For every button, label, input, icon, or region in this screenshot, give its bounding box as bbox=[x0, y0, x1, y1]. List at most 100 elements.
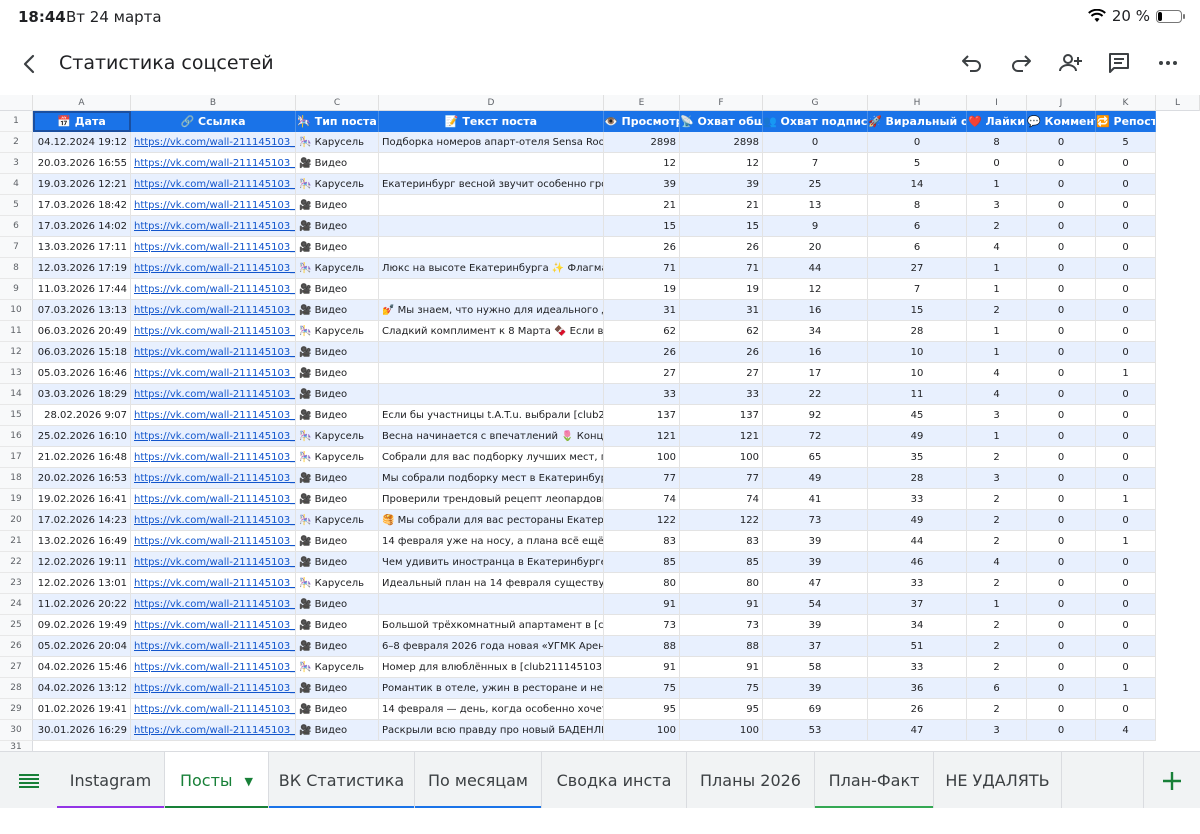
row-number[interactable]: 21 bbox=[0, 531, 33, 552]
cell-views[interactable]: 2898 bbox=[604, 132, 680, 153]
row-number[interactable]: 7 bbox=[0, 237, 33, 258]
spreadsheet-grid[interactable]: ABCDEFGHIJKL 1 📅 Дата 🔗 Ссылка 🎠 Тип поста… bbox=[0, 95, 1200, 751]
cell-type[interactable]: 🎥 Видео bbox=[296, 636, 379, 657]
row-number[interactable]: 17 bbox=[0, 447, 33, 468]
column-letter-h[interactable]: H bbox=[868, 95, 967, 111]
cell-reposts[interactable]: 0 bbox=[1096, 447, 1156, 468]
cell-likes[interactable]: 4 bbox=[967, 237, 1027, 258]
cell-type[interactable]: 🎥 Видео bbox=[296, 615, 379, 636]
cell-type[interactable]: 🎥 Видео bbox=[296, 216, 379, 237]
cell-comments[interactable]: 0 bbox=[1027, 615, 1096, 636]
cell-text[interactable]: 14 февраля — день, когда особенно хочетс… bbox=[379, 699, 604, 720]
column-letter-j[interactable]: J bbox=[1027, 95, 1096, 111]
undo-button[interactable] bbox=[958, 48, 986, 78]
cell-reposts[interactable]: 0 bbox=[1096, 279, 1156, 300]
cell-likes[interactable]: 2 bbox=[967, 531, 1027, 552]
cell-comments[interactable]: 0 bbox=[1027, 636, 1096, 657]
row-number[interactable]: 16 bbox=[0, 426, 33, 447]
cell-reach[interactable]: 137 bbox=[680, 405, 763, 426]
cell-type[interactable]: 🎥 Видео bbox=[296, 405, 379, 426]
cell-reposts[interactable]: 0 bbox=[1096, 342, 1156, 363]
cell-viral[interactable]: 45 bbox=[868, 405, 967, 426]
cell-type[interactable]: 🎥 Видео bbox=[296, 153, 379, 174]
row-number[interactable]: 15 bbox=[0, 405, 33, 426]
header-cell[interactable]: 🔗 Ссылка bbox=[131, 111, 296, 132]
cell-viral[interactable]: 28 bbox=[868, 321, 967, 342]
row-number[interactable]: 25 bbox=[0, 615, 33, 636]
cell-views[interactable]: 88 bbox=[604, 636, 680, 657]
cell-reposts[interactable]: 0 bbox=[1096, 216, 1156, 237]
cell-comments[interactable]: 0 bbox=[1027, 447, 1096, 468]
cell-viral[interactable]: 7 bbox=[868, 279, 967, 300]
cell-date[interactable]: 04.12.2024 19:12 bbox=[33, 132, 131, 153]
cell-viral[interactable]: 49 bbox=[868, 510, 967, 531]
cell-type[interactable]: 🎥 Видео bbox=[296, 720, 379, 741]
row-number[interactable]: 8 bbox=[0, 258, 33, 279]
cell-date[interactable]: 12.02.2026 19:11 bbox=[33, 552, 131, 573]
cell-subs[interactable]: 16 bbox=[763, 342, 868, 363]
cell-date[interactable]: 13.03.2026 17:11 bbox=[33, 237, 131, 258]
row-number[interactable]: 26 bbox=[0, 636, 33, 657]
cell-link[interactable]: https://vk.com/wall-211145103_358 bbox=[131, 321, 296, 342]
row-number[interactable]: 24 bbox=[0, 594, 33, 615]
cell-date[interactable]: 20.02.2026 16:53 bbox=[33, 468, 131, 489]
row-number[interactable]: 4 bbox=[0, 174, 33, 195]
cell-likes[interactable]: 1 bbox=[967, 279, 1027, 300]
cell-comments[interactable]: 0 bbox=[1027, 552, 1096, 573]
cell-likes[interactable]: 1 bbox=[967, 258, 1027, 279]
row-number[interactable]: 31 bbox=[0, 741, 33, 751]
cell-viral[interactable]: 5 bbox=[868, 153, 967, 174]
header-cell[interactable]: 📝 Текст поста bbox=[379, 111, 604, 132]
row-number[interactable]: 11 bbox=[0, 321, 33, 342]
redo-button[interactable] bbox=[1007, 48, 1035, 78]
header-cell[interactable]: 🎠 Тип поста bbox=[296, 111, 379, 132]
header-cell[interactable]: 👁️ Просмотры bbox=[604, 111, 680, 132]
column-letter-f[interactable]: F bbox=[680, 95, 763, 111]
cell-type[interactable]: 🎠 Карусель bbox=[296, 447, 379, 468]
cell-reposts[interactable]: 1 bbox=[1096, 363, 1156, 384]
cell-date[interactable]: 17.02.2026 14:23 bbox=[33, 510, 131, 531]
sheet-tab[interactable]: Планы 2026 bbox=[687, 752, 815, 809]
cell-reposts[interactable]: 0 bbox=[1096, 300, 1156, 321]
cell-text[interactable] bbox=[379, 279, 604, 300]
cell-views[interactable]: 100 bbox=[604, 720, 680, 741]
cell-link[interactable]: https://vk.com/wall-211145103_339 bbox=[131, 720, 296, 741]
cell-viral[interactable]: 10 bbox=[868, 342, 967, 363]
cell-date[interactable]: 17.03.2026 14:02 bbox=[33, 216, 131, 237]
cell-text[interactable]: 14 февраля уже на носу, а плана всё ещё … bbox=[379, 531, 604, 552]
cell-date[interactable]: 13.02.2026 16:49 bbox=[33, 531, 131, 552]
cell-likes[interactable]: 2 bbox=[967, 657, 1027, 678]
cell-type[interactable]: 🎥 Видео bbox=[296, 195, 379, 216]
cell-link[interactable]: https://vk.com/wall-211145103_362 bbox=[131, 237, 296, 258]
cell-viral[interactable]: 14 bbox=[868, 174, 967, 195]
cell-reach[interactable]: 62 bbox=[680, 321, 763, 342]
cell-reach[interactable]: 26 bbox=[680, 237, 763, 258]
cell-comments[interactable]: 0 bbox=[1027, 489, 1096, 510]
cell-link[interactable]: https://vk.com/wall-211145103_366 bbox=[131, 153, 296, 174]
cell-comments[interactable]: 0 bbox=[1027, 363, 1096, 384]
cell-text[interactable]: Весна начинается с впечатлений 🌷 Концерт… bbox=[379, 426, 604, 447]
cell-viral[interactable]: 33 bbox=[868, 489, 967, 510]
cell-likes[interactable]: 1 bbox=[967, 426, 1027, 447]
cell-subs[interactable]: 7 bbox=[763, 153, 868, 174]
cell-views[interactable]: 85 bbox=[604, 552, 680, 573]
cell-text[interactable]: Сладкий комплимент к 8 Марта 🍫 Если вы е… bbox=[379, 321, 604, 342]
cell-reposts[interactable]: 0 bbox=[1096, 573, 1156, 594]
cell-date[interactable]: 12.02.2026 13:01 bbox=[33, 573, 131, 594]
cell-views[interactable]: 122 bbox=[604, 510, 680, 531]
cell-views[interactable]: 137 bbox=[604, 405, 680, 426]
cell-likes[interactable]: 6 bbox=[967, 678, 1027, 699]
cell-views[interactable]: 21 bbox=[604, 195, 680, 216]
cell-viral[interactable]: 33 bbox=[868, 573, 967, 594]
cell-reach[interactable]: 2898 bbox=[680, 132, 763, 153]
cell-type[interactable]: 🎥 Видео bbox=[296, 594, 379, 615]
cell-likes[interactable]: 3 bbox=[967, 720, 1027, 741]
cell-reposts[interactable]: 0 bbox=[1096, 258, 1156, 279]
cell-type[interactable]: 🎥 Видео bbox=[296, 531, 379, 552]
cell-reposts[interactable]: 4 bbox=[1096, 720, 1156, 741]
cell-likes[interactable]: 2 bbox=[967, 615, 1027, 636]
cell-reach[interactable]: 100 bbox=[680, 447, 763, 468]
cell-date[interactable]: 28.02.2026 9:07 bbox=[33, 405, 131, 426]
cell-reach[interactable]: 77 bbox=[680, 468, 763, 489]
cell-viral[interactable]: 36 bbox=[868, 678, 967, 699]
